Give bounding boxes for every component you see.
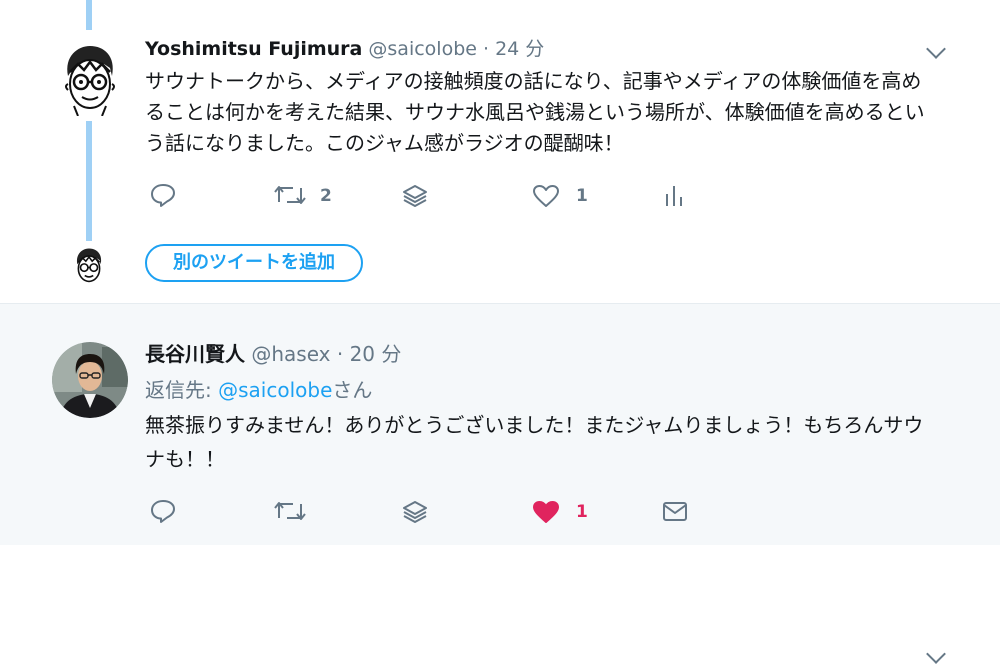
stack-icon[interactable] — [402, 500, 428, 524]
tweet-text: サウナトークから、メディアの接触頻度の話になり、記事やメディアの体験価値を高める… — [145, 69, 925, 155]
like-count: 1 — [576, 186, 588, 206]
author-handle[interactable]: @saicolobe — [368, 38, 477, 60]
add-tweet-button[interactable]: 別のツイートを追加 — [145, 244, 363, 282]
analytics-icon[interactable] — [664, 184, 684, 208]
reply-context: 返信先: @saicolobeさん — [145, 375, 372, 405]
tweet-actions: 2 1 — [0, 181, 1000, 211]
tweet-actions: 1 — [0, 497, 1000, 527]
retweet-count: 2 — [320, 186, 332, 206]
stack-icon[interactable] — [402, 184, 428, 208]
avatar — [76, 248, 102, 283]
chevron-down-icon[interactable] — [926, 644, 946, 664]
reply-suffix: さん — [332, 378, 373, 402]
author-name[interactable]: 長谷川賢人 — [145, 342, 245, 366]
reply-mention[interactable]: @saicolobe — [218, 378, 332, 402]
separator-dot: · — [483, 38, 490, 60]
like-count: 1 — [576, 502, 588, 522]
retweet-icon[interactable] — [274, 500, 306, 522]
timestamp[interactable]: 24 分 — [495, 38, 544, 60]
reply-prefix: 返信先: — [145, 378, 219, 402]
tweet-yoshimitsu[interactable]: Yoshimitsu Fujimura @saicolobe · 24 分 サウ… — [0, 0, 1000, 303]
timeline: Yoshimitsu Fujimura @saicolobe · 24 分 サウ… — [0, 0, 1000, 664]
author-name[interactable]: Yoshimitsu Fujimura — [145, 38, 362, 60]
avatar[interactable] — [52, 342, 128, 418]
tweet-hasex[interactable]: 長谷川賢人 @hasex · 20 分 返信先: @saicolobeさん 無茶… — [0, 303, 1000, 664]
avatar[interactable] — [58, 42, 122, 116]
heart-outline-icon[interactable] — [532, 184, 560, 208]
heart-filled-icon[interactable] — [532, 500, 560, 524]
retweet-icon[interactable] — [274, 184, 306, 206]
tweet-header: Yoshimitsu Fujimura @saicolobe · 24 分 — [145, 34, 544, 64]
reply-icon[interactable] — [150, 499, 176, 523]
thread-line — [86, 0, 92, 30]
tweet-header: 長谷川賢人 @hasex · 20 分 — [145, 338, 401, 370]
chevron-down-icon[interactable] — [926, 39, 946, 59]
timestamp[interactable]: 20 分 — [350, 342, 402, 366]
reply-icon[interactable] — [150, 183, 176, 207]
separator-dot: · — [336, 342, 344, 366]
author-handle[interactable]: @hasex — [251, 342, 330, 366]
tweet-text: 無茶振りすみません！ありがとうございました！またジャムりましょう！もちろんサウナ… — [145, 413, 924, 471]
envelope-icon[interactable] — [662, 501, 688, 523]
